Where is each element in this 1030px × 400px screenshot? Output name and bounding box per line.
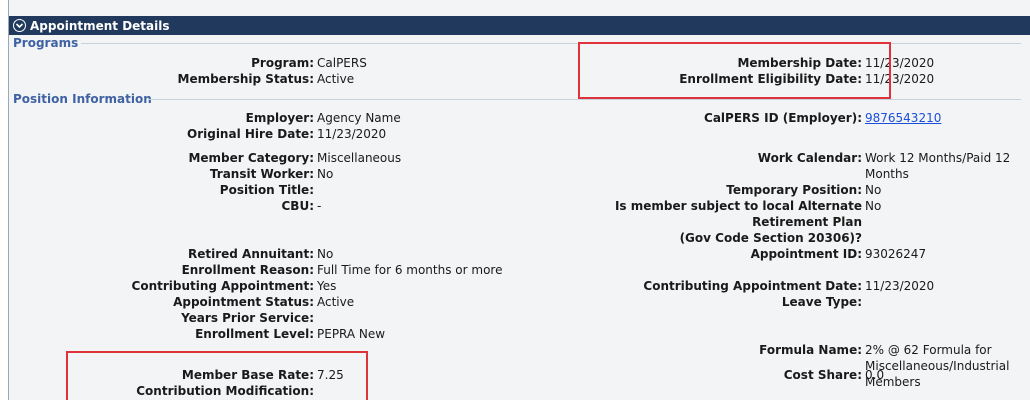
cost-share-value: 0.0: [865, 368, 885, 382]
leave-type-label: Leave Type:: [781, 295, 862, 309]
employer-value: Agency Name: [317, 111, 401, 125]
contributing-appointment-date-label: Contributing Appointment Date:: [643, 279, 862, 293]
retired-annuitant-value: No: [317, 247, 334, 261]
membership-status-value: Active: [317, 72, 355, 86]
cost-share-label: Cost Share:: [783, 368, 862, 382]
alt-plan-value: No: [865, 199, 882, 213]
temporary-position-label: Temporary Position:: [726, 183, 862, 197]
cbu-value: -: [317, 199, 322, 213]
membership-status-label: Membership Status:: [177, 72, 315, 86]
hire-date-value: 11/23/2020: [317, 127, 387, 141]
cbu-label: CBU:: [281, 199, 315, 213]
enrollment-level-label: Enrollment Level:: [195, 327, 314, 341]
transit-worker-label: Transit Worker:: [209, 167, 314, 181]
appointment-status-label: Appointment Status:: [173, 295, 314, 309]
alt-plan-label-line-3: (Gov Code Section 20306)?: [679, 231, 862, 245]
contributing-appointment-date-value: 11/23/2020: [865, 279, 935, 293]
appointment-status-value: Active: [317, 295, 355, 309]
highlight-box-membership-dates: [578, 42, 891, 99]
enrollment-level-value: PEPRA New: [317, 327, 386, 341]
employer-label: Employer:: [245, 111, 314, 125]
panel-header[interactable]: Appointment Details: [9, 16, 1030, 35]
enrollment-reason-label: Enrollment Reason:: [181, 263, 314, 277]
retired-annuitant-label: Retired Annuitant:: [188, 247, 314, 261]
appointment-id-value: 93026247: [865, 247, 927, 261]
calpers-id-link[interactable]: 9876543210: [865, 110, 941, 126]
section-programs-title: Programs: [13, 36, 79, 50]
program-label: Program:: [251, 56, 314, 70]
section-divider: [149, 99, 1021, 100]
appointment-id-label: Appointment ID:: [750, 247, 862, 261]
panel-title: Appointment Details: [30, 18, 170, 33]
member-category-label: Member Category:: [188, 151, 314, 165]
formula-name-label: Formula Name:: [759, 343, 862, 357]
formula-name-value-line-1: 2% @ 62 Formula for: [865, 343, 992, 357]
calpers-id-label: CalPERS ID (Employer):: [704, 111, 862, 125]
collapse-chevron-icon[interactable]: [13, 19, 26, 32]
program-value: CalPERS: [317, 56, 367, 70]
enrollment-reason-value: Full Time for 6 months or more: [317, 263, 503, 277]
transit-worker-value: No: [317, 167, 334, 181]
temporary-position-value: No: [865, 183, 882, 197]
contributing-appointment-value: Yes: [317, 279, 337, 293]
hire-date-label: Original Hire Date:: [187, 127, 314, 141]
contributing-appointment-label: Contributing Appointment:: [131, 279, 314, 293]
member-category-value: Miscellaneous: [317, 151, 402, 165]
work-calendar-label: Work Calendar:: [757, 151, 862, 165]
section-position-title: Position Information: [13, 92, 152, 106]
position-title-label: Position Title:: [219, 183, 314, 197]
highlight-box-base-rate: [66, 351, 368, 400]
alt-plan-label-line-2: Retirement Plan: [752, 215, 862, 229]
years-prior-service-label: Years Prior Service:: [181, 311, 314, 325]
alt-plan-label-line-1: Is member subject to local Alternate: [614, 199, 862, 213]
